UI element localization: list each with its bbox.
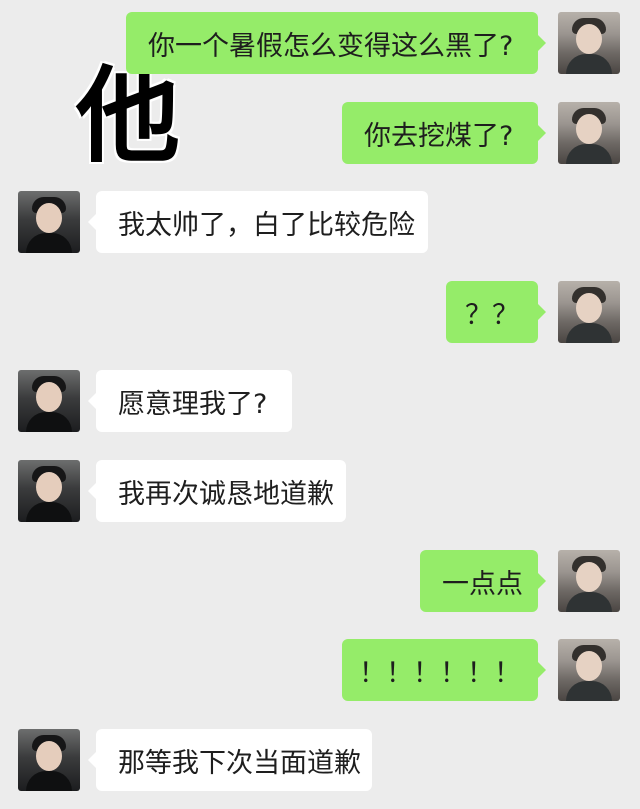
- avatar-face: [36, 741, 62, 771]
- avatar-body: [566, 681, 612, 701]
- avatar-face: [576, 114, 602, 144]
- message-bubble-received[interactable]: 我再次诚恳地道歉: [88, 460, 346, 522]
- message-bubble-sent[interactable]: ？？: [446, 281, 546, 343]
- message-row-1: 你一个暑假怎么变得这么黑了?: [0, 12, 640, 76]
- avatar-face: [576, 24, 602, 54]
- avatar-body: [26, 771, 72, 791]
- message-bubble-received[interactable]: 那等我下次当面道歉: [88, 729, 372, 791]
- avatar-face: [36, 382, 62, 412]
- sender-avatar[interactable]: [558, 102, 620, 164]
- avatar-body: [26, 233, 72, 253]
- avatar-body: [566, 323, 612, 343]
- message-row-6: 我再次诚恳地道歉: [0, 460, 640, 524]
- avatar-face: [576, 293, 602, 323]
- message-bubble-sent[interactable]: 你去挖煤了?: [342, 102, 546, 164]
- receiver-avatar[interactable]: [18, 370, 80, 432]
- avatar-body: [566, 144, 612, 164]
- message-row-9: 那等我下次当面道歉: [0, 729, 640, 793]
- sender-avatar[interactable]: [558, 281, 620, 343]
- avatar-face: [576, 651, 602, 681]
- avatar-body: [26, 502, 72, 522]
- sender-avatar[interactable]: [558, 639, 620, 701]
- message-row-7: 一点点: [0, 550, 640, 614]
- receiver-avatar[interactable]: [18, 460, 80, 522]
- receiver-avatar[interactable]: [18, 191, 80, 253]
- sender-avatar[interactable]: [558, 550, 620, 612]
- receiver-avatar[interactable]: [18, 729, 80, 791]
- message-row-3: 我太帅了，白了比较危险: [0, 191, 640, 255]
- message-row-8: ！！！！！！: [0, 639, 640, 703]
- message-row-4: ？？: [0, 281, 640, 345]
- avatar-body: [566, 54, 612, 74]
- message-bubble-received[interactable]: 我太帅了，白了比较危险: [88, 191, 428, 253]
- avatar-face: [36, 472, 62, 502]
- message-bubble-sent[interactable]: ！！！！！！: [342, 639, 546, 701]
- message-bubble-received[interactable]: 愿意理我了?: [88, 370, 292, 432]
- sender-avatar[interactable]: [558, 12, 620, 74]
- message-row-2: 你去挖煤了?: [0, 102, 640, 166]
- message-bubble-sent[interactable]: 一点点: [420, 550, 546, 612]
- message-bubble-sent[interactable]: 你一个暑假怎么变得这么黑了?: [126, 12, 546, 74]
- avatar-body: [26, 412, 72, 432]
- avatar-body: [566, 592, 612, 612]
- avatar-face: [576, 562, 602, 592]
- avatar-face: [36, 203, 62, 233]
- message-row-5: 愿意理我了?: [0, 370, 640, 434]
